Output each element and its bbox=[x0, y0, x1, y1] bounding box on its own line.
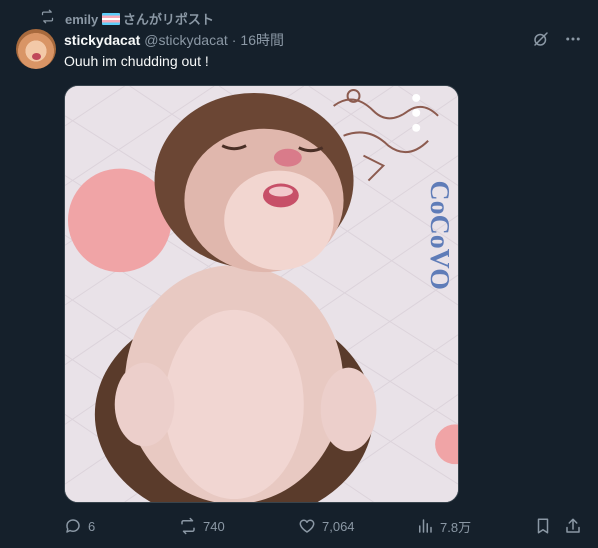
bookmark-button[interactable] bbox=[534, 517, 552, 535]
more-options-icon[interactable] bbox=[564, 30, 582, 53]
tweet-time[interactable]: 16時間 bbox=[240, 30, 284, 50]
tweet-media-image[interactable]: CoCoVO bbox=[64, 85, 459, 503]
repost-header[interactable]: emily さんがリポスト bbox=[40, 8, 214, 28]
transgender-flag-icon bbox=[101, 12, 120, 25]
share-button[interactable] bbox=[564, 517, 582, 535]
media-watermark: CoCoVO bbox=[424, 181, 455, 290]
reply-button[interactable]: 6 bbox=[64, 517, 95, 535]
bookmark-icon bbox=[537, 518, 549, 534]
author-handle[interactable]: @stickydacat bbox=[144, 32, 227, 48]
analytics-icon bbox=[419, 519, 432, 533]
author-name[interactable]: stickydacat bbox=[64, 32, 140, 48]
heart-icon bbox=[299, 519, 315, 533]
like-count: 7,064 bbox=[322, 518, 355, 534]
tweet-header: stickydacat @stickydacat · 16時間 bbox=[64, 31, 284, 49]
tweet-text: Ouuh im chudding out ! bbox=[64, 53, 209, 69]
reply-icon bbox=[66, 519, 80, 533]
reply-count: 6 bbox=[88, 518, 96, 534]
repost-count: 740 bbox=[203, 518, 225, 534]
views-button[interactable]: 7.8万 bbox=[416, 517, 471, 536]
repost-suffix: さんがリポスト bbox=[122, 11, 214, 27]
repost-button[interactable]: 740 bbox=[179, 517, 225, 535]
tweet-top-actions bbox=[532, 30, 582, 53]
repost-icon bbox=[181, 517, 195, 535]
tweet-action-bar: 6 740 7,064 7.8万 bbox=[64, 514, 584, 538]
like-button[interactable]: 7,064 bbox=[298, 517, 355, 535]
repost-icon bbox=[40, 9, 55, 27]
view-count: 7.8万 bbox=[440, 519, 472, 535]
avatar[interactable] bbox=[16, 29, 56, 69]
repost-user[interactable]: emily bbox=[65, 12, 98, 27]
share-icon bbox=[566, 518, 580, 533]
separator-dot: · bbox=[231, 32, 237, 48]
grok-icon[interactable] bbox=[532, 30, 550, 53]
